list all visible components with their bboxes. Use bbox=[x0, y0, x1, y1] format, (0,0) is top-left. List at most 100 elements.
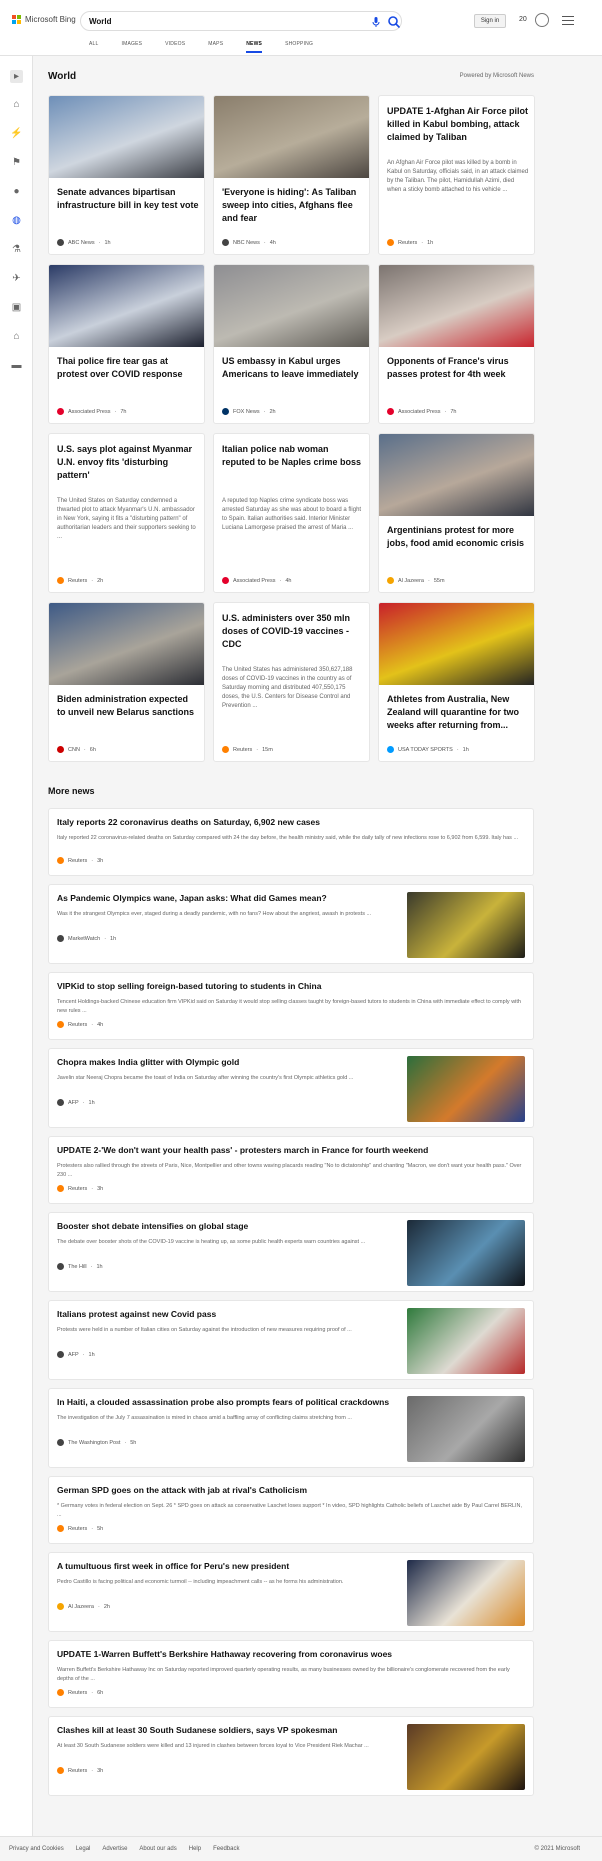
home-icon[interactable]: ⌂ bbox=[11, 99, 22, 110]
footer-link-legal[interactable]: Legal bbox=[76, 1846, 91, 1852]
news-card-image[interactable] bbox=[379, 434, 534, 516]
news-card-image[interactable] bbox=[379, 265, 534, 347]
copyright: © 2021 Microsoft bbox=[534, 1846, 580, 1852]
tab-news[interactable]: NEWS bbox=[246, 41, 262, 53]
news-card[interactable]: Senate advances bipartisan infrastructur… bbox=[48, 95, 205, 255]
more-news-item[interactable]: Clashes kill at least 30 South Sudanese … bbox=[48, 1716, 534, 1796]
more-news-item[interactable]: As Pandemic Olympics wane, Japan asks: W… bbox=[48, 884, 534, 964]
more-news-thumbnail[interactable] bbox=[407, 1220, 525, 1286]
search-icon[interactable] bbox=[387, 15, 401, 29]
news-card-image[interactable] bbox=[214, 265, 369, 347]
news-card-image[interactable] bbox=[49, 603, 204, 685]
more-news-title[interactable]: Booster shot debate intensifies on globa… bbox=[57, 1221, 397, 1231]
news-card-image[interactable] bbox=[49, 96, 204, 178]
more-news-title[interactable]: UPDATE 1-Warren Buffett's Berkshire Hath… bbox=[57, 1649, 527, 1659]
more-news-source: Reuters · 3h bbox=[57, 1767, 103, 1774]
more-news-title[interactable]: German SPD goes on the attack with jab a… bbox=[57, 1485, 527, 1495]
news-card-title[interactable]: Argentinians protest for more jobs, food… bbox=[387, 524, 529, 550]
tab-shopping[interactable]: SHOPPING bbox=[285, 41, 313, 47]
more-news-item[interactable]: VIPKid to stop selling foreign-based tut… bbox=[48, 972, 534, 1040]
tab-videos[interactable]: VIDEOS bbox=[165, 41, 185, 47]
news-card-title[interactable]: UPDATE 1-Afghan Air Force pilot killed i… bbox=[387, 105, 529, 144]
more-news-thumbnail[interactable] bbox=[407, 1056, 525, 1122]
us-flag-icon[interactable]: ⚑ bbox=[11, 157, 22, 168]
footer-link-help[interactable]: Help bbox=[189, 1846, 201, 1852]
news-card-title[interactable]: Athletes from Australia, New Zealand wil… bbox=[387, 693, 529, 732]
world-globe-icon[interactable]: ◍ bbox=[11, 215, 22, 226]
more-news-thumbnail[interactable] bbox=[407, 1396, 525, 1462]
news-card-title[interactable]: U.S. administers over 350 mln doses of C… bbox=[222, 612, 364, 651]
news-card[interactable]: Argentinians protest for more jobs, food… bbox=[378, 433, 535, 593]
news-card-image[interactable] bbox=[214, 96, 369, 178]
news-card-title[interactable]: Opponents of France's virus passes prote… bbox=[387, 355, 529, 381]
footer-link-privacy[interactable]: Privacy and Cookies bbox=[9, 1846, 64, 1852]
hamburger-menu-icon[interactable] bbox=[562, 16, 574, 26]
local-pin-icon[interactable]: ● bbox=[11, 186, 22, 197]
news-card-title[interactable]: Senate advances bipartisan infrastructur… bbox=[57, 186, 199, 212]
news-card[interactable]: US embassy in Kabul urges Americans to l… bbox=[213, 264, 370, 424]
more-news-thumbnail[interactable] bbox=[407, 1560, 525, 1626]
footer-link-advertise[interactable]: Advertise bbox=[102, 1846, 127, 1852]
more-news-item[interactable]: In Haiti, a clouded assassination probe … bbox=[48, 1388, 534, 1468]
more-news-thumbnail[interactable] bbox=[407, 892, 525, 958]
tab-all[interactable]: ALL bbox=[89, 41, 99, 47]
more-news-title[interactable]: As Pandemic Olympics wane, Japan asks: W… bbox=[57, 893, 397, 903]
entertainment-icon[interactable]: ▣ bbox=[11, 302, 22, 313]
news-card-image[interactable] bbox=[49, 265, 204, 347]
more-news-title[interactable]: Clashes kill at least 30 South Sudanese … bbox=[57, 1725, 397, 1735]
more-news-summary: Tencent Holdings-backed Chinese educatio… bbox=[57, 999, 521, 1014]
more-news-thumbnail[interactable] bbox=[407, 1724, 525, 1790]
tab-images[interactable]: IMAGES bbox=[122, 41, 143, 47]
news-card[interactable]: UPDATE 1-Afghan Air Force pilot killed i… bbox=[378, 95, 535, 255]
more-news-title[interactable]: VIPKid to stop selling foreign-based tut… bbox=[57, 981, 527, 991]
more-news-title[interactable]: Italians protest against new Covid pass bbox=[57, 1309, 397, 1319]
more-news-title[interactable]: Chopra makes India glitter with Olympic … bbox=[57, 1057, 397, 1067]
rewards-points[interactable]: 20 bbox=[519, 16, 527, 23]
technology-icon[interactable]: ✈ bbox=[11, 273, 22, 284]
microphone-icon[interactable] bbox=[370, 16, 382, 28]
bing-logo[interactable]: Microsoft Bing bbox=[12, 15, 76, 24]
search-input[interactable] bbox=[89, 15, 349, 28]
more-news-title[interactable]: In Haiti, a clouded assassination probe … bbox=[57, 1397, 397, 1407]
more-news-title[interactable]: Italy reports 22 coronavirus deaths on S… bbox=[57, 817, 527, 827]
news-card[interactable]: 'Everyone is hiding': As Taliban sweep i… bbox=[213, 95, 370, 255]
more-news-thumbnail[interactable] bbox=[407, 1308, 525, 1374]
more-news-item[interactable]: UPDATE 1-Warren Buffett's Berkshire Hath… bbox=[48, 1640, 534, 1708]
news-card-title[interactable]: U.S. says plot against Myanmar U.N. envo… bbox=[57, 443, 199, 482]
more-news-item[interactable]: Booster shot debate intensifies on globa… bbox=[48, 1212, 534, 1292]
news-card[interactable]: Athletes from Australia, New Zealand wil… bbox=[378, 602, 535, 762]
rewards-trophy-icon[interactable] bbox=[535, 13, 549, 27]
footer-link-about-ads[interactable]: About our ads bbox=[139, 1846, 176, 1852]
more-news-item[interactable]: UPDATE 2-'We don't want your health pass… bbox=[48, 1136, 534, 1204]
news-card-title[interactable]: Italian police nab woman reputed to be N… bbox=[222, 443, 364, 469]
news-card-title[interactable]: Biden administration expected to unveil … bbox=[57, 693, 199, 719]
trending-icon[interactable]: ⚡ bbox=[10, 128, 22, 139]
sign-in-button[interactable]: Sign in bbox=[474, 14, 506, 28]
science-icon[interactable]: ⚗ bbox=[11, 244, 22, 255]
money-icon[interactable]: ▬ bbox=[11, 360, 22, 371]
news-card-title[interactable]: 'Everyone is hiding': As Taliban sweep i… bbox=[222, 186, 364, 225]
news-card[interactable]: Opponents of France's virus passes prote… bbox=[378, 264, 535, 424]
more-news-title[interactable]: A tumultuous first week in office for Pe… bbox=[57, 1561, 397, 1571]
news-card[interactable]: Biden administration expected to unveil … bbox=[48, 602, 205, 762]
news-card-title[interactable]: US embassy in Kabul urges Americans to l… bbox=[222, 355, 364, 381]
tab-maps[interactable]: MAPS bbox=[208, 41, 223, 47]
news-card[interactable]: Thai police fire tear gas at protest ove… bbox=[48, 264, 205, 424]
news-card-title[interactable]: Thai police fire tear gas at protest ove… bbox=[57, 355, 199, 381]
source-logo-icon bbox=[57, 935, 64, 942]
news-card[interactable]: U.S. administers over 350 mln doses of C… bbox=[213, 602, 370, 762]
more-news-item[interactable]: A tumultuous first week in office for Pe… bbox=[48, 1552, 534, 1632]
more-news-item[interactable]: Chopra makes India glitter with Olympic … bbox=[48, 1048, 534, 1128]
source-name: ABC News bbox=[68, 239, 95, 246]
more-news-item[interactable]: Italy reports 22 coronavirus deaths on S… bbox=[48, 808, 534, 876]
news-card[interactable]: U.S. says plot against Myanmar U.N. envo… bbox=[48, 433, 205, 593]
news-card[interactable]: Italian police nab woman reputed to be N… bbox=[213, 433, 370, 593]
expand-rail-icon[interactable]: ▸ bbox=[10, 70, 23, 83]
separator: · bbox=[124, 1439, 127, 1446]
footer-link-feedback[interactable]: Feedback bbox=[213, 1846, 239, 1852]
more-news-title[interactable]: UPDATE 2-'We don't want your health pass… bbox=[57, 1145, 527, 1155]
politics-icon[interactable]: ⌂ bbox=[11, 331, 22, 342]
more-news-item[interactable]: Italians protest against new Covid pass P… bbox=[48, 1300, 534, 1380]
more-news-item[interactable]: German SPD goes on the attack with jab a… bbox=[48, 1476, 534, 1544]
news-card-image[interactable] bbox=[379, 603, 534, 685]
